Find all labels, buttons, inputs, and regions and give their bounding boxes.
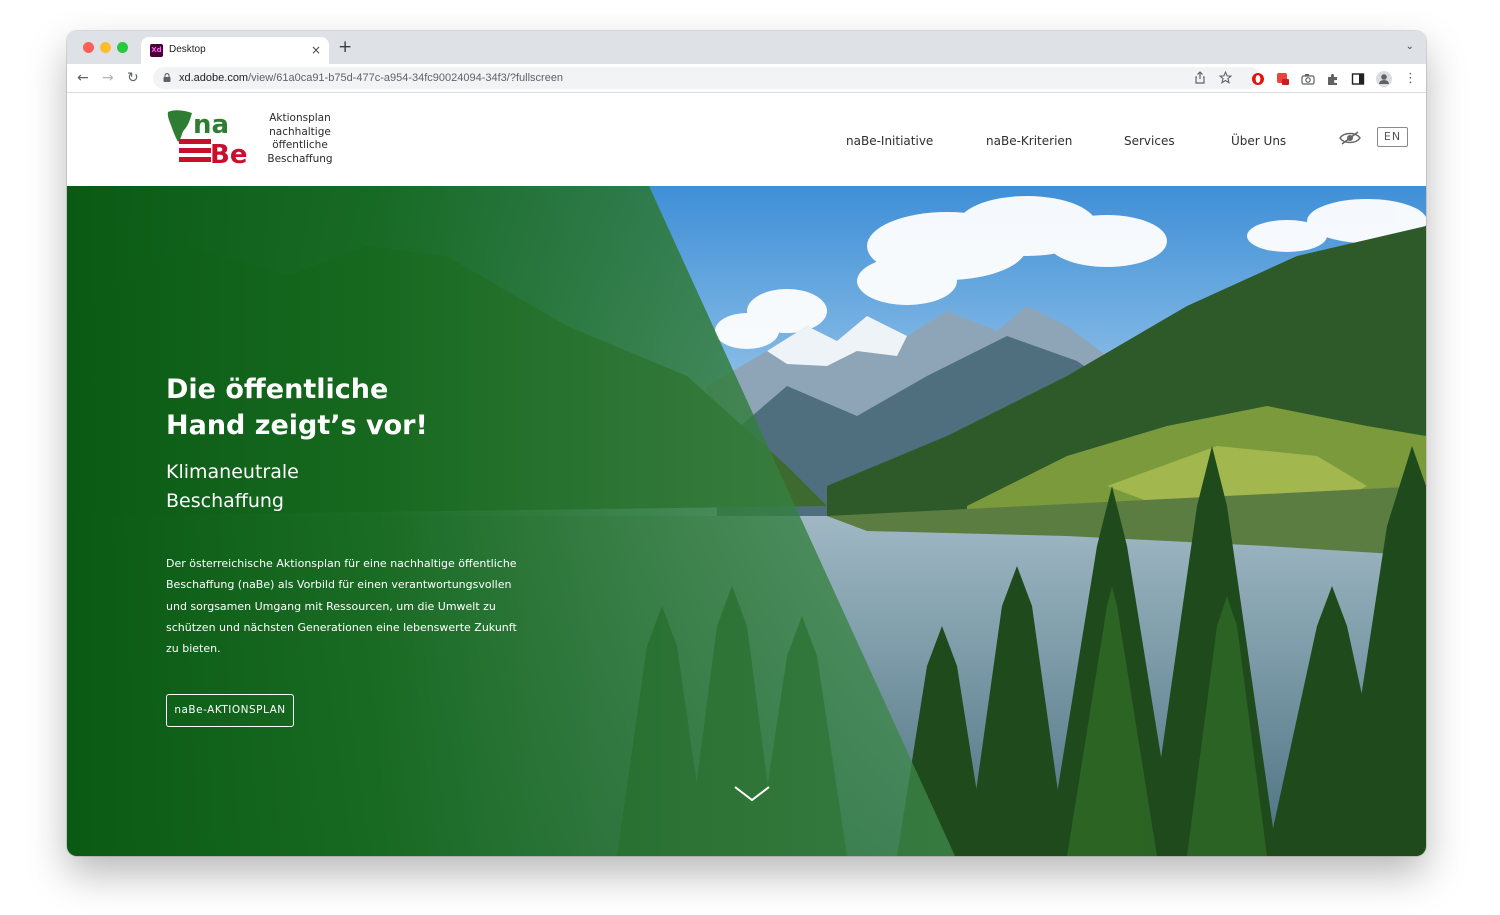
tagline-line: Beschaffung bbox=[267, 152, 333, 165]
address-bar[interactable]: xd.adobe.com/view/61a0ca91-b75d-477c-a95… bbox=[153, 67, 1261, 89]
zoom-window-button[interactable] bbox=[117, 42, 128, 53]
site-header: na Be Aktionsplan nachhaltige öffentlich… bbox=[67, 93, 1426, 186]
hero-title: Die öffentliche Hand zeigt’s vor! bbox=[166, 372, 428, 444]
web-page: na Be Aktionsplan nachhaltige öffentlich… bbox=[67, 93, 1426, 856]
extension-icon[interactable] bbox=[1276, 72, 1290, 86]
minimize-window-button[interactable] bbox=[100, 42, 111, 53]
tab-search-icon[interactable]: ⌄ bbox=[1406, 40, 1414, 54]
hero-subtitle-line: Klimaneutrale bbox=[166, 461, 299, 483]
nabe-logo-mark: na Be bbox=[167, 110, 247, 170]
language-switch-button[interactable]: EN bbox=[1377, 127, 1408, 147]
browser-window: Xd Desktop × + ⌄ ← → ↻ xd.adobe.com/view… bbox=[67, 31, 1426, 856]
hero-section: Die öffentliche Hand zeigt’s vor! Kliman… bbox=[67, 186, 1426, 856]
nav-nabe-kriterien[interactable]: naBe-Kriterien bbox=[986, 133, 1072, 149]
browser-menu-icon[interactable]: ⋮ bbox=[1404, 69, 1417, 89]
reload-button[interactable]: ↻ bbox=[127, 68, 139, 88]
browser-tab[interactable]: Xd Desktop × bbox=[141, 37, 329, 64]
forward-button[interactable]: → bbox=[102, 68, 114, 88]
puzzle-extensions-icon[interactable] bbox=[1326, 72, 1340, 86]
lock-icon bbox=[163, 73, 171, 82]
url-text[interactable]: xd.adobe.com/view/61a0ca91-b75d-477c-a95… bbox=[179, 71, 563, 85]
tab-strip: Xd Desktop × + ⌄ bbox=[67, 31, 1426, 64]
url-host: xd.adobe.com bbox=[179, 72, 249, 84]
hero-subtitle-line: Beschaffung bbox=[166, 490, 284, 512]
browser-toolbar: ← → ↻ xd.adobe.com/view/61a0ca91-b75d-47… bbox=[67, 64, 1426, 93]
share-icon[interactable] bbox=[1194, 71, 1206, 84]
hero-description: Der österreichische Aktionsplan für eine… bbox=[166, 557, 517, 656]
logo-be-text: Be bbox=[210, 140, 247, 170]
hero-title-line: Die öffentliche bbox=[166, 374, 389, 405]
logo-na-text: na bbox=[193, 110, 229, 140]
nabe-logo[interactable]: na Be Aktionsplan nachhaltige öffentlich… bbox=[166, 108, 346, 170]
nav-services[interactable]: Services bbox=[1124, 133, 1175, 149]
hero-title-line: Hand zeigt’s vor! bbox=[166, 410, 428, 441]
nav-ueber-uns[interactable]: Über Uns bbox=[1231, 133, 1286, 149]
nabe-aktionsplan-button[interactable]: naBe-AKTIONSPLAN bbox=[166, 694, 294, 727]
nav-nabe-initiative[interactable]: naBe-Initiative bbox=[846, 133, 933, 149]
tab-title: Desktop bbox=[169, 44, 206, 55]
hero-subtitle: Klimaneutrale Beschaffung bbox=[166, 458, 299, 516]
bookmark-star-icon[interactable] bbox=[1219, 71, 1232, 84]
camera-icon[interactable] bbox=[1301, 72, 1315, 86]
url-path: /view/61a0ca91-b75d-477c-a954-34fc900240… bbox=[248, 72, 564, 84]
opera-icon[interactable] bbox=[1251, 72, 1265, 86]
side-panel-icon[interactable] bbox=[1351, 72, 1365, 86]
tab-close-icon[interactable]: × bbox=[311, 42, 321, 58]
new-tab-button[interactable]: + bbox=[338, 37, 352, 57]
adobe-xd-icon: Xd bbox=[150, 44, 163, 57]
accessibility-eye-icon[interactable] bbox=[1339, 130, 1361, 146]
tagline-line: Aktionsplan bbox=[269, 112, 331, 124]
tagline-line: nachhaltige bbox=[269, 125, 331, 138]
close-window-button[interactable] bbox=[83, 42, 94, 53]
hero-landscape-image bbox=[67, 186, 1426, 856]
tagline-line: öffentliche bbox=[272, 139, 328, 151]
back-button[interactable]: ← bbox=[77, 68, 89, 88]
logo-tagline: Aktionsplan nachhaltige öffentliche Besc… bbox=[254, 112, 346, 166]
profile-avatar-icon[interactable] bbox=[1376, 71, 1392, 87]
scroll-down-chevron-icon[interactable] bbox=[733, 784, 771, 804]
